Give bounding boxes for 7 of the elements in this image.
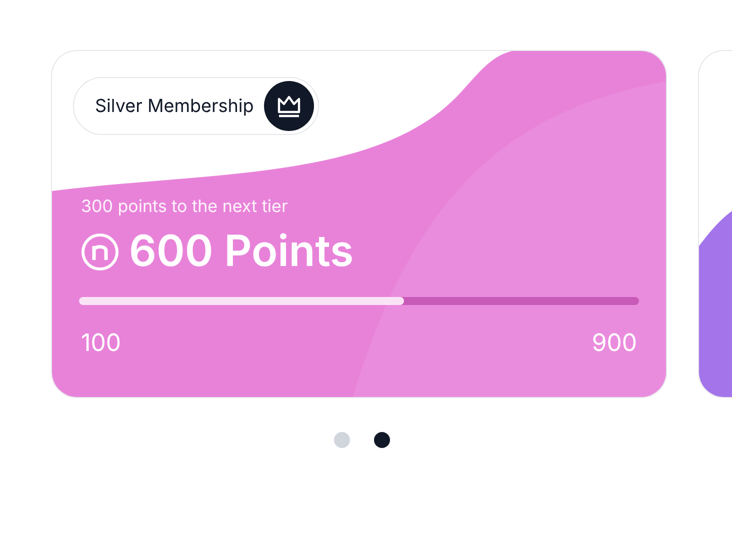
tier-label: Silver Membership [95, 94, 254, 118]
range-min: 100 [81, 331, 122, 355]
next-tier-hint: 300 points to the next tier [81, 199, 289, 216]
coin-icon [81, 232, 119, 270]
crown-icon [264, 81, 314, 131]
range-max: 900 [592, 331, 637, 355]
points-balance: 600 Points [129, 230, 354, 273]
